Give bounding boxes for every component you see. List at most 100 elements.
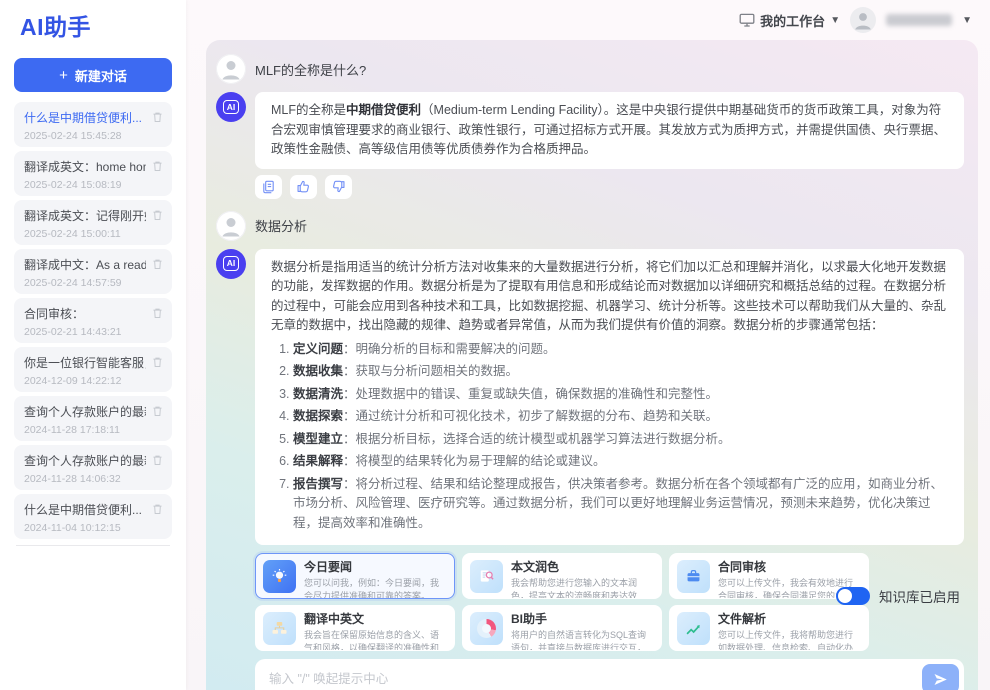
chevron-down-icon[interactable]: ▼ bbox=[962, 15, 972, 26]
conversation-title: 你是一位银行智能客服，... bbox=[24, 354, 146, 371]
analysis-step: 数据清洗：处理数据中的错误、重复或缺失值，确保数据的准确性和完整性。 bbox=[293, 385, 948, 405]
card-title: 今日要闻 bbox=[304, 560, 445, 575]
conversation-time: 2025-02-21 14:43:21 bbox=[24, 326, 146, 338]
card-desc: 我会帮助您进行您输入的文本润色，提高文本的流畅度和表达效果。 bbox=[511, 577, 652, 599]
analysis-step: 报告撰写：将分析过程、结果和结论整理成报告，供决策者参考。数据分析在各个领域都有… bbox=[293, 475, 948, 534]
trash-icon[interactable] bbox=[151, 355, 164, 369]
send-button[interactable] bbox=[922, 664, 959, 690]
feature-cards: 今日要闻 您可以问我，例如：今日要闻，我会尽力提供准确和可靠的答案。 本文润色 … bbox=[255, 553, 869, 651]
card-title: 本文润色 bbox=[511, 560, 652, 575]
user-avatar bbox=[216, 211, 246, 241]
top-bar: 我的工作台 ▼ ▼ bbox=[186, 0, 990, 40]
plus-icon: + bbox=[59, 67, 68, 84]
knowledge-base-toggle-group: 知识库已启用 bbox=[836, 586, 960, 606]
ai-text-bold: 中期借贷便利 bbox=[346, 103, 421, 117]
card-title: 翻译中英文 bbox=[304, 612, 445, 627]
ai-message-bubble: MLF的全称是中期借贷便利（Medium-term Lending Facili… bbox=[255, 92, 964, 169]
conversation-item[interactable]: 什么是中期借贷便利... 2025-02-24 15:45:28 bbox=[14, 102, 172, 147]
conversation-title: 翻译成中文：As a reader... bbox=[24, 256, 146, 273]
username-redacted bbox=[886, 14, 952, 26]
trash-icon[interactable] bbox=[151, 159, 164, 173]
workspace-menu[interactable]: 我的工作台 ▼ bbox=[739, 11, 840, 30]
new-chat-button[interactable]: + 新建对话 bbox=[14, 58, 172, 92]
main-area: 我的工作台 ▼ ▼ MLF的全称是什么? AI MLF的全称是中期借贷便利（Me… bbox=[186, 0, 990, 690]
conversation-time: 2024-11-28 17:18:11 bbox=[24, 424, 146, 436]
trash-icon[interactable] bbox=[151, 502, 164, 516]
chevron-down-icon: ▼ bbox=[830, 15, 840, 26]
conversation-item[interactable]: 翻译成英文：home home 2025-02-24 15:08:19 bbox=[14, 151, 172, 196]
card-today-news[interactable]: 今日要闻 您可以问我，例如：今日要闻，我会尽力提供准确和可靠的答案。 bbox=[255, 553, 455, 599]
ai-avatar: AI bbox=[216, 249, 246, 279]
user-message-text: 数据分析 bbox=[255, 216, 307, 235]
user-message-text: MLF的全称是什么? bbox=[255, 60, 366, 79]
conversation-item[interactable]: 翻译成英文：记得刚开始... 2025-02-24 15:00:11 bbox=[14, 200, 172, 245]
conversation-title: 查询个人存款账户的最新... bbox=[24, 452, 146, 469]
conversation-item[interactable]: 什么是中期借贷便利... 2024-11-04 10:12:15 bbox=[14, 494, 172, 539]
user-message: 数据分析 bbox=[216, 211, 966, 241]
toggle-knob bbox=[838, 589, 852, 603]
card-text-polish[interactable]: 本文润色 我会帮助您进行您输入的文本润色，提高文本的流畅度和表达效果。 bbox=[462, 553, 662, 599]
copy-button[interactable] bbox=[255, 175, 282, 199]
ai-avatar-label: AI bbox=[223, 100, 239, 115]
chart-up-icon bbox=[677, 612, 710, 645]
chat-panel: MLF的全称是什么? AI MLF的全称是中期借贷便利（Medium-term … bbox=[206, 40, 978, 690]
trash-icon[interactable] bbox=[151, 306, 164, 320]
analysis-step: 定义问题：明确分析的目标和需要解决的问题。 bbox=[293, 340, 948, 360]
analysis-step: 数据收集：获取与分析问题相关的数据。 bbox=[293, 362, 948, 382]
person-icon bbox=[216, 54, 246, 84]
trash-icon[interactable] bbox=[151, 257, 164, 271]
prompt-input-bar bbox=[255, 659, 964, 690]
card-desc: 将用户的自然语言转化为SQL查询语句，并直接与数据库进行交互，返回智能推荐的图表… bbox=[511, 629, 652, 651]
conversation-item[interactable]: 查询个人存款账户的最新... 2024-11-28 14:06:32 bbox=[14, 445, 172, 490]
briefcase-icon bbox=[677, 560, 710, 593]
app-logo: AI助手 bbox=[20, 8, 91, 42]
conversation-time: 2024-12-09 14:22:12 bbox=[24, 375, 146, 387]
trash-icon[interactable] bbox=[151, 453, 164, 467]
person-icon bbox=[216, 211, 246, 241]
prompt-input[interactable] bbox=[269, 672, 914, 686]
monitor-icon bbox=[739, 12, 755, 28]
conversation-title: 翻译成英文：记得刚开始... bbox=[24, 207, 146, 224]
card-file-parse[interactable]: 文件解析 您可以上传文件，我将帮助您进行如数据处理、信息检索、自动化办公等。 bbox=[669, 605, 869, 651]
conversation-title: 查询个人存款账户的最新... bbox=[24, 403, 146, 420]
analysis-step: 数据探索：通过统计分析和可视化技术，初步了解数据的分布、趋势和关联。 bbox=[293, 407, 948, 427]
thumbs-up-button[interactable] bbox=[290, 175, 317, 199]
ai-message-bubble: 数据分析是指用适当的统计分析方法对收集来的大量数据进行分析，将它们加以汇总和理解… bbox=[255, 249, 964, 546]
analysis-step: 模型建立：根据分析目标，选择合适的统计模型或机器学习算法进行数据分析。 bbox=[293, 430, 948, 450]
knowledge-base-toggle[interactable] bbox=[836, 587, 870, 605]
copy-icon bbox=[261, 179, 276, 194]
ai-text: 数据分析是指用适当的统计分析方法对收集来的大量数据进行分析，将它们加以汇总和理解… bbox=[271, 260, 946, 333]
trash-icon[interactable] bbox=[151, 404, 164, 418]
conversation-time: 2025-02-24 15:45:28 bbox=[24, 130, 146, 142]
card-bi-assistant[interactable]: BI助手 将用户的自然语言转化为SQL查询语句，并直接与数据库进行交互，返回智能… bbox=[462, 605, 662, 651]
trash-icon[interactable] bbox=[151, 208, 164, 222]
conversation-time: 2025-02-24 15:00:11 bbox=[24, 228, 146, 240]
thumbs-down-button[interactable] bbox=[325, 175, 352, 199]
ai-message: AI 数据分析是指用适当的统计分析方法对收集来的大量数据进行分析，将它们加以汇总… bbox=[216, 249, 966, 546]
conversation-item[interactable]: 翻译成中文：As a reader... 2025-02-24 14:57:59 bbox=[14, 249, 172, 294]
card-title: 文件解析 bbox=[718, 612, 859, 627]
user-message: MLF的全称是什么? bbox=[216, 54, 966, 84]
sidebar: AI助手 + 新建对话 什么是中期借贷便利... 2025-02-24 15:4… bbox=[0, 0, 186, 690]
conversation-item[interactable]: 你是一位银行智能客服，... 2024-12-09 14:22:12 bbox=[14, 347, 172, 392]
user-avatar[interactable] bbox=[850, 7, 876, 33]
conversation-time: 2025-02-24 14:57:59 bbox=[24, 277, 146, 289]
analysis-step: 结果解释：将模型的结果转化为易于理解的结论或建议。 bbox=[293, 452, 948, 472]
doc-polish-icon bbox=[470, 560, 503, 593]
knowledge-base-label: 知识库已启用 bbox=[879, 586, 960, 606]
trash-icon[interactable] bbox=[151, 110, 164, 124]
sitemap-icon bbox=[263, 612, 296, 645]
thumbs-up-icon bbox=[296, 179, 311, 194]
send-icon bbox=[933, 672, 948, 687]
conversation-time: 2024-11-04 10:12:15 bbox=[24, 522, 146, 534]
ai-text: MLF的全称是 bbox=[271, 103, 346, 117]
card-translate[interactable]: 翻译中英文 我会旨在保留原始信息的含义、语气和风格，以确保翻译的准确性和自然流畅… bbox=[255, 605, 455, 651]
card-title: BI助手 bbox=[511, 612, 652, 627]
conversation-title: 什么是中期借贷便利... bbox=[24, 109, 146, 126]
conversation-item[interactable]: 查询个人存款账户的最新... 2024-11-28 17:18:11 bbox=[14, 396, 172, 441]
card-title: 合同审核 bbox=[718, 560, 859, 575]
conversation-title: 合同审核： bbox=[24, 305, 146, 322]
thumbs-down-icon bbox=[331, 179, 346, 194]
message-actions bbox=[255, 175, 966, 199]
conversation-item[interactable]: 合同审核： 2025-02-21 14:43:21 bbox=[14, 298, 172, 343]
